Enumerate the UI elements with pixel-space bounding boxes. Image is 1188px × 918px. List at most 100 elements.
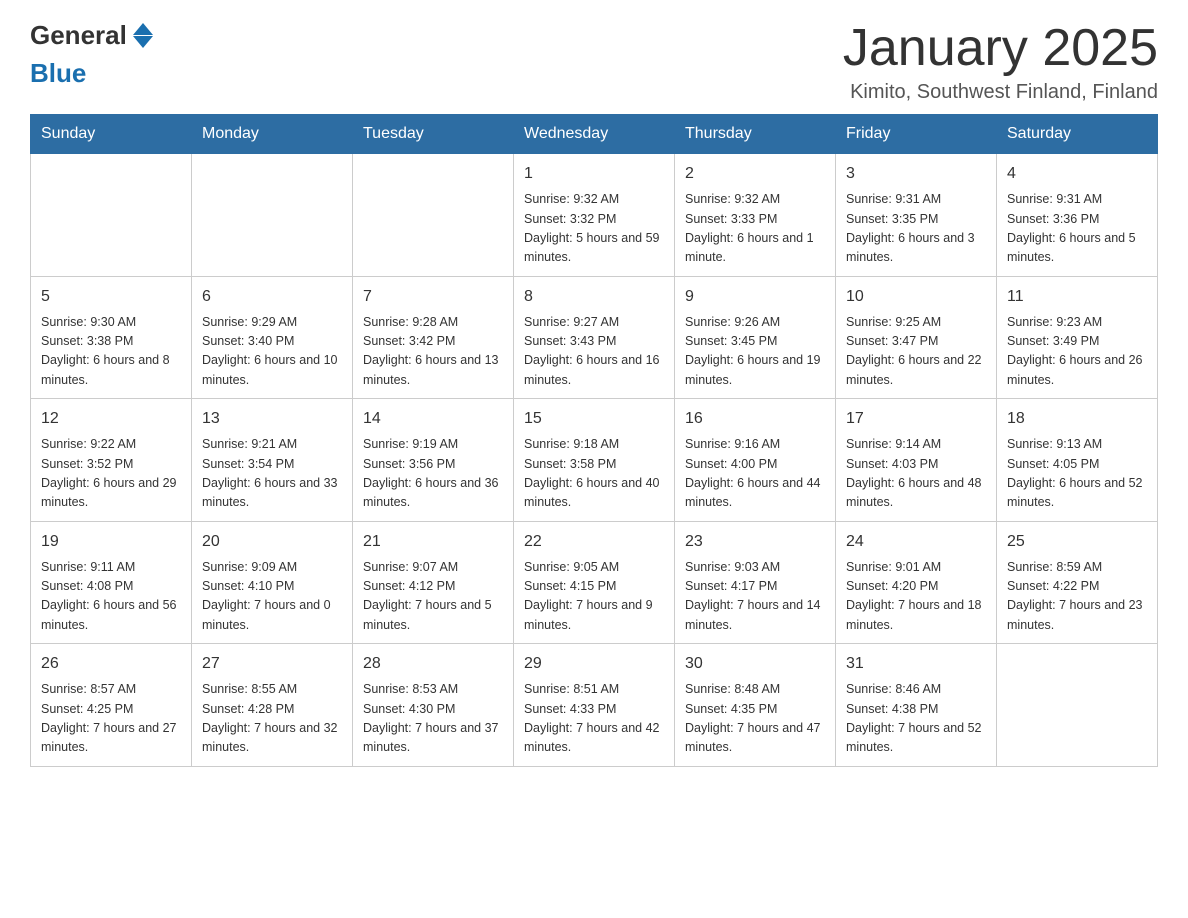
calendar-cell: 6Sunrise: 9:29 AM Sunset: 3:40 PM Daylig…: [192, 276, 353, 399]
day-info: Sunrise: 9:07 AM Sunset: 4:12 PM Dayligh…: [363, 558, 503, 636]
calendar-cell: 26 Sunrise: 8:57 AM Sunset: 4:25 PM Dayli…: [31, 644, 192, 767]
header-row: SundayMondayTuesdayWednesdayThursdayFrid…: [31, 115, 1158, 154]
day-info: Sunrise: 8:59 AM Sunset: 4:22 PM Dayligh…: [1007, 558, 1147, 636]
day-number: 20: [202, 530, 342, 554]
day-number: 23: [685, 530, 825, 554]
day-number: 29: [524, 652, 664, 676]
logo-text-blue: Blue: [30, 58, 86, 88]
day-number: 13: [202, 407, 342, 431]
day-number: 27: [202, 652, 342, 676]
day-info: Sunrise: 9:31 AM Sunset: 3:35 PM Dayligh…: [846, 190, 986, 268]
week-row-2: 5 Sunrise: 9:30 AM Sunset: 3:38 PM Daylig…: [31, 276, 1158, 399]
day-number: 9: [685, 285, 825, 309]
calendar-cell: 9Sunrise: 9:26 AM Sunset: 3:45 PM Daylig…: [675, 276, 836, 399]
day-number: 11: [1007, 285, 1147, 309]
calendar-cell: 11Sunrise: 9:23 AM Sunset: 3:49 PM Dayli…: [997, 276, 1158, 399]
calendar-subtitle: Kimito, Southwest Finland, Finland: [843, 81, 1158, 104]
calendar-cell: 17 Sunrise: 9:14 AM Sunset: 4:03 PM Dayli…: [836, 399, 997, 522]
day-info: Sunrise: 8:55 AM Sunset: 4:28 PM Dayligh…: [202, 680, 342, 758]
day-number: 26: [41, 652, 181, 676]
title-block: January 2025 Kimito, Southwest Finland, …: [843, 20, 1158, 104]
calendar-cell: 8 Sunrise: 9:27 AM Sunset: 3:43 PM Daylig…: [514, 276, 675, 399]
day-number: 25: [1007, 530, 1147, 554]
day-number: 10: [846, 285, 986, 309]
day-number: 4: [1007, 162, 1147, 186]
day-number: 7: [363, 285, 503, 309]
day-info: Sunrise: 9:14 AM Sunset: 4:03 PM Dayligh…: [846, 435, 986, 513]
calendar-cell: 27 Sunrise: 8:55 AM Sunset: 4:28 PM Dayli…: [192, 644, 353, 767]
calendar-cell: 16 Sunrise: 9:16 AM Sunset: 4:00 PM Dayli…: [675, 399, 836, 522]
header-day-wednesday: Wednesday: [514, 115, 675, 154]
calendar-cell: 3 Sunrise: 9:31 AM Sunset: 3:35 PM Daylig…: [836, 154, 997, 277]
day-info: Sunrise: 9:21 AM Sunset: 3:54 PM Dayligh…: [202, 435, 342, 513]
day-number: 16: [685, 407, 825, 431]
day-number: 17: [846, 407, 986, 431]
header-day-thursday: Thursday: [675, 115, 836, 154]
header-day-monday: Monday: [192, 115, 353, 154]
calendar-cell: 28 Sunrise: 8:53 AM Sunset: 4:30 PM Dayli…: [353, 644, 514, 767]
day-info: Sunrise: 8:53 AM Sunset: 4:30 PM Dayligh…: [363, 680, 503, 758]
day-info: Sunrise: 9:01 AM Sunset: 4:20 PM Dayligh…: [846, 558, 986, 636]
day-info: Sunrise: 9:18 AM Sunset: 3:58 PM Dayligh…: [524, 435, 664, 513]
day-number: 24: [846, 530, 986, 554]
calendar-cell: 23 Sunrise: 9:03 AM Sunset: 4:17 PM Dayli…: [675, 521, 836, 644]
day-number: 14: [363, 407, 503, 431]
calendar-cell: 1Sunrise: 9:32 AM Sunset: 3:32 PM Daylig…: [514, 154, 675, 277]
calendar-cell: [997, 644, 1158, 767]
header-day-sunday: Sunday: [31, 115, 192, 154]
calendar-cell: 31 Sunrise: 8:46 AM Sunset: 4:38 PM Dayli…: [836, 644, 997, 767]
day-info: Sunrise: 9:05 AM Sunset: 4:15 PM Dayligh…: [524, 558, 664, 636]
day-number: 5: [41, 285, 181, 309]
calendar-cell: 18 Sunrise: 9:13 AM Sunset: 4:05 PM Dayli…: [997, 399, 1158, 522]
calendar-cell: 30Sunrise: 8:48 AM Sunset: 4:35 PM Dayli…: [675, 644, 836, 767]
day-number: 18: [1007, 407, 1147, 431]
day-number: 15: [524, 407, 664, 431]
day-number: 28: [363, 652, 503, 676]
calendar-cell: 22Sunrise: 9:05 AM Sunset: 4:15 PM Dayli…: [514, 521, 675, 644]
day-number: 8: [524, 285, 664, 309]
calendar-cell: [192, 154, 353, 277]
calendar-cell: 14 Sunrise: 9:19 AM Sunset: 3:56 PM Dayli…: [353, 399, 514, 522]
header-day-friday: Friday: [836, 115, 997, 154]
logo-triangle-down-icon: [133, 36, 153, 48]
day-info: Sunrise: 9:28 AM Sunset: 3:42 PM Dayligh…: [363, 313, 503, 391]
calendar-cell: 15 Sunrise: 9:18 AM Sunset: 3:58 PM Dayli…: [514, 399, 675, 522]
calendar-cell: 4 Sunrise: 9:31 AM Sunset: 3:36 PM Daylig…: [997, 154, 1158, 277]
calendar-cell: [31, 154, 192, 277]
calendar-cell: 13 Sunrise: 9:21 AM Sunset: 3:54 PM Dayli…: [192, 399, 353, 522]
calendar-table: SundayMondayTuesdayWednesdayThursdayFrid…: [30, 114, 1158, 767]
calendar-cell: 2 Sunrise: 9:32 AM Sunset: 3:33 PM Daylig…: [675, 154, 836, 277]
day-number: 3: [846, 162, 986, 186]
day-info: Sunrise: 9:22 AM Sunset: 3:52 PM Dayligh…: [41, 435, 181, 513]
day-info: Sunrise: 9:03 AM Sunset: 4:17 PM Dayligh…: [685, 558, 825, 636]
day-number: 31: [846, 652, 986, 676]
day-number: 1: [524, 162, 664, 186]
day-info: Sunrise: 9:16 AM Sunset: 4:00 PM Dayligh…: [685, 435, 825, 513]
day-info: Sunrise: 9:13 AM Sunset: 4:05 PM Dayligh…: [1007, 435, 1147, 513]
day-info: Sunrise: 9:27 AM Sunset: 3:43 PM Dayligh…: [524, 313, 664, 391]
day-number: 12: [41, 407, 181, 431]
day-number: 2: [685, 162, 825, 186]
calendar-cell: 12 Sunrise: 9:22 AM Sunset: 3:52 PM Dayli…: [31, 399, 192, 522]
week-row-4: 19Sunrise: 9:11 AM Sunset: 4:08 PM Dayli…: [31, 521, 1158, 644]
calendar-cell: 21 Sunrise: 9:07 AM Sunset: 4:12 PM Dayli…: [353, 521, 514, 644]
day-number: 30: [685, 652, 825, 676]
calendar-cell: 20Sunrise: 9:09 AM Sunset: 4:10 PM Dayli…: [192, 521, 353, 644]
day-number: 19: [41, 530, 181, 554]
logo-text-general: General: [30, 20, 127, 51]
day-info: Sunrise: 8:57 AM Sunset: 4:25 PM Dayligh…: [41, 680, 181, 758]
day-number: 21: [363, 530, 503, 554]
calendar-cell: 10Sunrise: 9:25 AM Sunset: 3:47 PM Dayli…: [836, 276, 997, 399]
header-day-saturday: Saturday: [997, 115, 1158, 154]
calendar-cell: [353, 154, 514, 277]
logo: General: [30, 20, 157, 51]
calendar-cell: 19Sunrise: 9:11 AM Sunset: 4:08 PM Dayli…: [31, 521, 192, 644]
day-info: Sunrise: 9:31 AM Sunset: 3:36 PM Dayligh…: [1007, 190, 1147, 268]
calendar-cell: 25 Sunrise: 8:59 AM Sunset: 4:22 PM Dayli…: [997, 521, 1158, 644]
day-info: Sunrise: 9:19 AM Sunset: 3:56 PM Dayligh…: [363, 435, 503, 513]
day-info: Sunrise: 9:30 AM Sunset: 3:38 PM Dayligh…: [41, 313, 181, 391]
week-row-1: 1Sunrise: 9:32 AM Sunset: 3:32 PM Daylig…: [31, 154, 1158, 277]
header-day-tuesday: Tuesday: [353, 115, 514, 154]
day-info: Sunrise: 9:32 AM Sunset: 3:33 PM Dayligh…: [685, 190, 825, 268]
day-info: Sunrise: 8:46 AM Sunset: 4:38 PM Dayligh…: [846, 680, 986, 758]
